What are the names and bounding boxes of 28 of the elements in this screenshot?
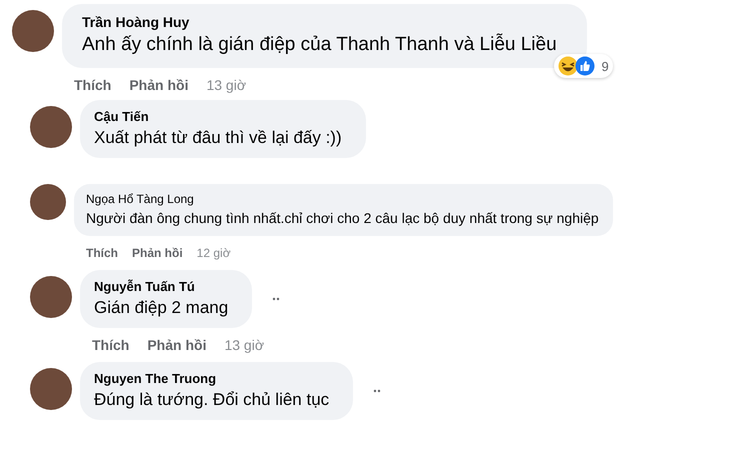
timestamp: 12 giờ <box>196 246 231 260</box>
action-link[interactable]: Phản hồi <box>129 77 188 93</box>
author-name[interactable]: Ngọa Hổ Tàng Long <box>86 192 599 206</box>
timestamp: 13 giờ <box>224 337 264 353</box>
author-name[interactable]: Nguyen The Truong <box>94 371 330 386</box>
action-link[interactable]: Thích <box>74 77 112 93</box>
comment-text: Đúng là tướng. Đổi chủ liên tục <box>94 390 330 410</box>
author-name[interactable]: Nguyễn Tuấn Tú <box>94 279 228 294</box>
author-name[interactable]: Trần Hoàng Huy <box>82 14 557 30</box>
avatar-placeholder[interactable] <box>30 368 72 410</box>
avatar-placeholder[interactable] <box>30 106 72 148</box>
comment-text: Xuất phát từ đâu thì về lại đấy :)) <box>94 128 342 148</box>
action-link[interactable]: Thích <box>86 246 118 260</box>
reactions-badge[interactable]: 9 <box>554 54 613 78</box>
timestamp: 13 giờ <box>206 77 246 93</box>
action-link[interactable]: Thích <box>92 337 130 353</box>
author-name[interactable]: Cậu Tiến <box>94 109 342 124</box>
avatar-placeholder[interactable] <box>30 276 72 318</box>
comment-text: Người đàn ông chung tình nhất.chỉ chơi cho 2 câu lạc bộ duy nhất trong sự nghiệp <box>86 210 599 226</box>
action-link[interactable]: Phản hồi <box>132 246 183 260</box>
action-link[interactable]: Phản hồi <box>147 337 206 353</box>
reaction-count: 9 <box>601 58 609 74</box>
laughing-face-icon <box>558 56 578 76</box>
thumbs-up-icon <box>575 56 596 76</box>
comment-text: Gián điệp 2 mang <box>94 298 228 318</box>
comment-text: Anh ấy chính là gián điệp của Thanh Thanh và Liễu Liều <box>82 34 557 56</box>
avatar-placeholder[interactable] <box>12 10 54 52</box>
avatar-placeholder[interactable] <box>30 184 66 220</box>
